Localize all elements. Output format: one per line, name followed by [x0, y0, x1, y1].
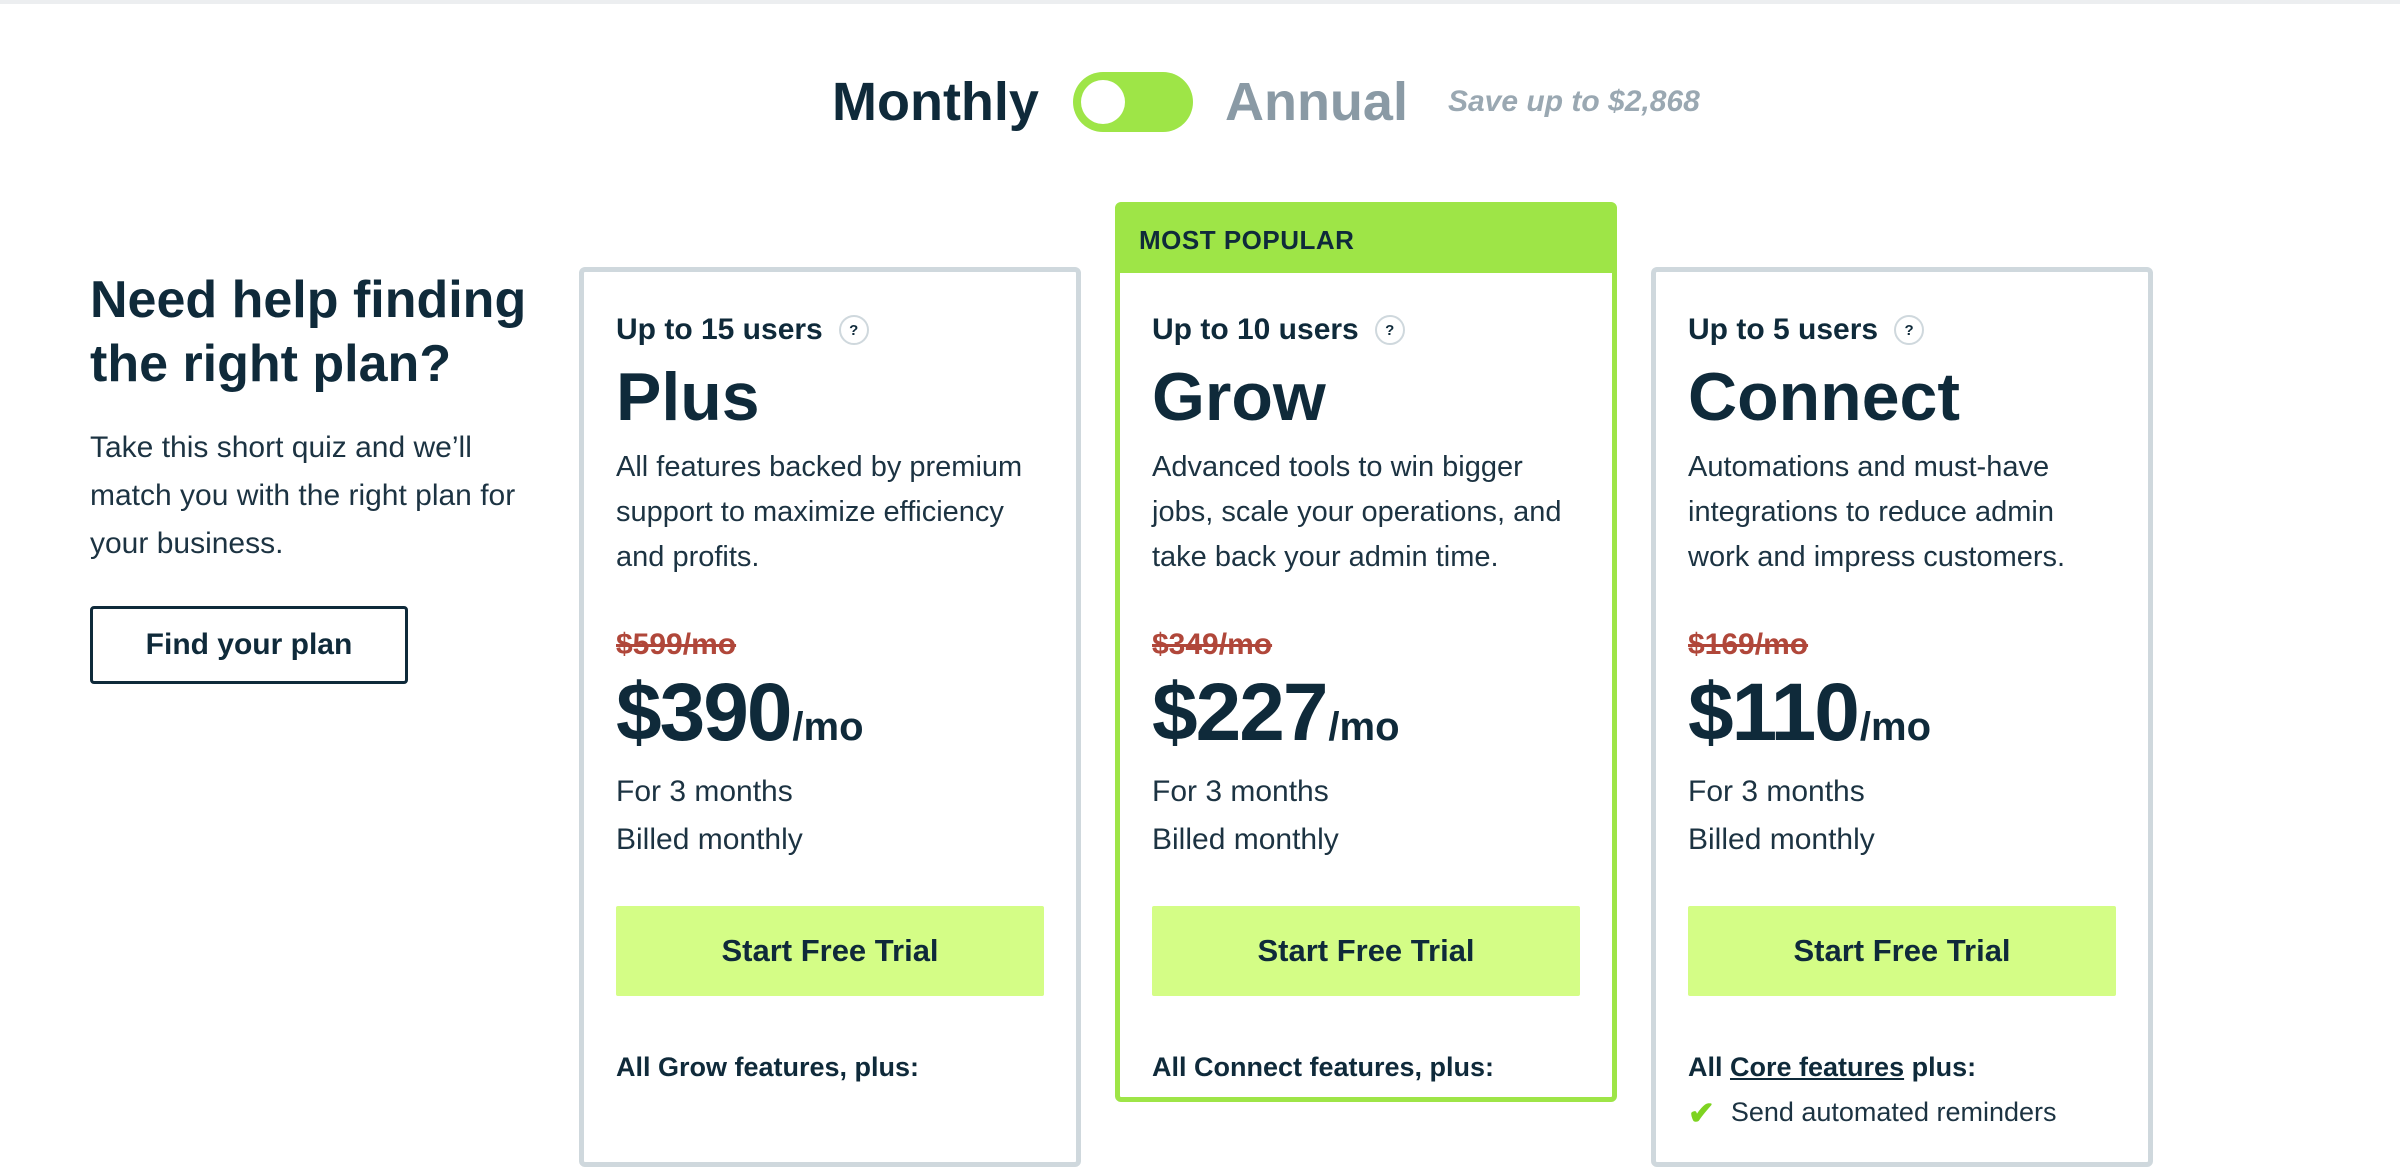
price-period: /mo [792, 705, 864, 749]
monthly-label[interactable]: Monthly [832, 71, 1039, 133]
user-limit-label: Up to 5 users [1688, 313, 1879, 346]
help-title: Need help finding the right plan? [90, 271, 527, 393]
plan-description: Automations and must-have integrations t… [1688, 451, 2066, 573]
billing-toggle-switch[interactable] [1072, 72, 1193, 132]
promo-term: For 3 months [616, 775, 793, 808]
top-divider [0, 0, 2400, 4]
user-limit-label: Up to 10 users [1152, 313, 1359, 346]
current-price: $390 /mo [616, 668, 1044, 758]
plan-name: Connect [1688, 359, 1960, 435]
price-amount: $110 [1688, 667, 1860, 758]
help-icon[interactable]: ? [1374, 315, 1405, 345]
billing-cycle: Billed monthly [616, 823, 803, 856]
features-suffix: plus: [1904, 1052, 1977, 1082]
feature-item: ✔ Send automated reminders [1688, 1094, 2116, 1131]
features-heading: All Grow features, plus: [616, 1052, 920, 1082]
user-limit-label: Up to 15 users [616, 313, 823, 346]
feature-label: Send automated reminders [1730, 1097, 2057, 1127]
start-free-trial-button[interactable]: Start Free Trial [1152, 906, 1580, 996]
current-price: $227 /mo [1152, 668, 1580, 758]
user-limit: Up to 5 users ? [1688, 313, 2116, 347]
features-prefix: All [1688, 1052, 1731, 1082]
features-heading: All Connect features, plus: [1152, 1052, 1495, 1082]
user-limit: Up to 15 users ? [616, 313, 1044, 347]
annual-savings-note: Save up to $2,868 [1447, 85, 1700, 118]
promo-term: For 3 months [1152, 775, 1329, 808]
annual-label[interactable]: Annual [1225, 71, 1408, 133]
price-period: /mo [1328, 705, 1400, 749]
billing-cycle: Billed monthly [1152, 823, 1339, 856]
price-period: /mo [1859, 705, 1932, 749]
plan-name: Plus [616, 359, 760, 435]
price-amount: $390 [616, 667, 792, 758]
original-price: $169/mo [1688, 628, 1809, 661]
original-price: $599/mo [616, 628, 737, 661]
core-features-link[interactable]: Core features [1730, 1052, 1904, 1082]
plan-help-section: Need help finding the right plan? Take t… [90, 268, 560, 684]
most-popular-badge: MOST POPULAR [1120, 207, 1612, 273]
promo-term: For 3 months [1688, 775, 1865, 808]
user-limit: Up to 10 users ? [1152, 313, 1580, 347]
help-icon[interactable]: ? [838, 315, 869, 345]
original-price: $349/mo [1152, 628, 1273, 661]
billing-cycle: Billed monthly [1688, 823, 1875, 856]
find-your-plan-button[interactable]: Find your plan [90, 606, 408, 684]
plan-description: Advanced tools to win bigger jobs, scale… [1152, 451, 1562, 573]
toggle-knob [1080, 80, 1125, 124]
start-free-trial-button[interactable]: Start Free Trial [1688, 906, 2116, 996]
plan-card-connect: Up to 5 users ? Connect Automations and … [1651, 267, 2153, 1167]
plan-name: Grow [1152, 359, 1326, 435]
checkmark-icon: ✔ [1688, 1094, 1715, 1131]
billing-toggle-row: Monthly Annual Save up to $2,868 [832, 62, 1700, 142]
current-price: $110 /mo [1688, 668, 2116, 758]
plan-description: All features backed by premium support t… [616, 451, 1023, 573]
plan-card-grow: MOST POPULAR Up to 10 users ? Grow Advan… [1115, 202, 1617, 1102]
help-body: Take this short quiz and we’ll match you… [90, 431, 516, 560]
features-heading: All Core features plus: [1688, 1052, 2116, 1083]
help-icon[interactable]: ? [1894, 315, 1925, 345]
price-amount: $227 [1152, 667, 1328, 758]
plan-card-plus: Up to 15 users ? Plus All features backe… [579, 267, 1081, 1167]
start-free-trial-button[interactable]: Start Free Trial [616, 906, 1044, 996]
